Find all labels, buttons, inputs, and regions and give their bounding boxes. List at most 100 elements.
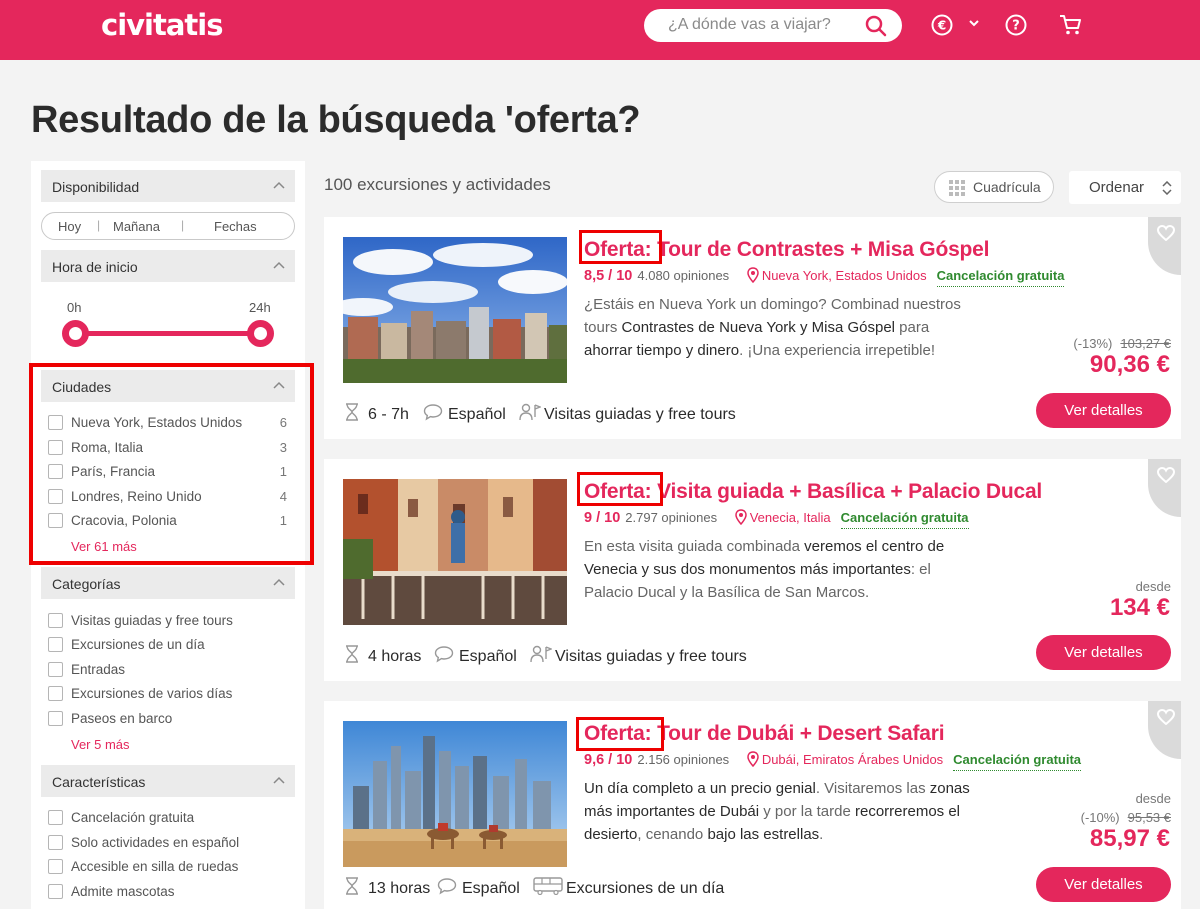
speech-bubble-icon <box>423 404 443 421</box>
reviews-count[interactable]: 2.156 opiniones <box>637 752 729 767</box>
checkbox[interactable] <box>48 884 63 899</box>
euro-icon[interactable]: € <box>931 14 953 36</box>
view-details-button[interactable]: Ver detalles <box>1036 867 1171 902</box>
activity-card[interactable]: Oferta: Tour de Contrastes + Misa Góspel… <box>324 217 1181 439</box>
activity-image[interactable] <box>343 237 567 383</box>
feature-label: Cancelación gratuita <box>71 810 195 825</box>
category-filter[interactable]: Visitas guiadas y free tours <box>48 611 293 631</box>
category-label: Excursiones de un día <box>71 637 205 652</box>
help-icon[interactable]: ? <box>1005 14 1027 36</box>
free-cancellation-badge: Cancelación gratuita <box>936 268 1065 287</box>
slider-min-label: 0h <box>67 300 82 315</box>
favorite-corner[interactable] <box>1148 459 1181 517</box>
search-icon[interactable] <box>864 14 888 38</box>
location[interactable]: Venecia, Italia <box>750 510 831 525</box>
heart-icon[interactable] <box>1157 467 1175 483</box>
activity-image[interactable] <box>343 479 567 625</box>
search-input[interactable] <box>668 16 858 34</box>
checkbox[interactable] <box>48 686 63 701</box>
category-label: Paseos en barco <box>71 711 173 726</box>
activity-title-text: Visita guiada + Basílica + Palacio Ducal <box>651 480 1043 503</box>
location[interactable]: Dubái, Emiratos Árabes Unidos <box>762 752 943 767</box>
favorite-corner[interactable] <box>1148 217 1181 275</box>
duration-text: 4 horas <box>368 648 422 665</box>
favorite-corner[interactable] <box>1148 701 1181 759</box>
filter-title: Características <box>52 774 146 790</box>
cities-highlight-box <box>29 363 314 565</box>
rating-line: 9 / 10 2.797 opiniones Venecia, Italia Can… <box>584 509 969 529</box>
category-text: Visitas guiadas y free tours <box>544 406 736 423</box>
checkbox[interactable] <box>48 810 63 825</box>
activity-card[interactable]: Oferta: Tour de Dubái + Desert Safari 9,… <box>324 701 1181 909</box>
guide-icon <box>519 403 541 421</box>
slider-min-handle[interactable] <box>62 320 89 347</box>
category-filter[interactable]: Excursiones de un día <box>48 635 293 655</box>
checkbox[interactable] <box>48 835 63 850</box>
price-discount: (-10%) 95,53 € <box>1081 810 1171 825</box>
slider-max-handle[interactable] <box>247 320 274 347</box>
sort-label: Ordenar <box>1089 179 1145 196</box>
activity-card[interactable]: Oferta: Visita guiada + Basílica + Palac… <box>324 459 1181 681</box>
filter-head-start-time[interactable]: Hora de inicio <box>41 250 295 282</box>
category-filter[interactable]: Excursiones de varios días <box>48 684 293 704</box>
price-from-label: desde <box>1135 579 1171 594</box>
rating-score: 9 / 10 <box>584 510 621 526</box>
old-price: 95,53 € <box>1127 810 1171 825</box>
activity-description: En esta visita guiada combinada veremos … <box>584 538 945 601</box>
filter-head-categories[interactable]: Categorías <box>41 567 295 599</box>
cart-icon[interactable] <box>1059 14 1083 36</box>
chevron-down-icon[interactable] <box>968 16 980 30</box>
checkbox[interactable] <box>48 613 63 628</box>
category-filter[interactable]: Paseos en barco <box>48 709 293 729</box>
checkbox[interactable] <box>48 711 63 726</box>
heart-icon[interactable] <box>1157 225 1175 241</box>
hourglass-icon <box>346 877 358 895</box>
grid-icon <box>949 180 965 196</box>
checkbox[interactable] <box>48 859 63 874</box>
option-tomorrow[interactable]: Mañana <box>113 219 160 234</box>
option-dates[interactable]: Fechas <box>214 219 257 234</box>
option-today[interactable]: Hoy <box>58 219 81 234</box>
activity-title-text: Tour de Dubái + Desert Safari <box>651 722 945 745</box>
feature-filter[interactable]: Admite mascotas <box>48 882 293 902</box>
feature-filter[interactable]: Solo actividades en español <box>48 833 293 853</box>
rating-score: 9,6 / 10 <box>584 752 633 768</box>
location[interactable]: Nueva York, Estados Unidos <box>762 268 927 283</box>
guide-icon <box>530 645 552 663</box>
reviews-count[interactable]: 4.080 opiniones <box>637 268 729 283</box>
activity-image[interactable] <box>343 721 567 867</box>
category-label: Entradas <box>71 662 126 677</box>
checkbox[interactable] <box>48 662 63 677</box>
feature-filter[interactable]: Accesible en silla de ruedas <box>48 857 293 877</box>
speech-bubble-icon <box>434 646 454 663</box>
grid-view-label: Cuadrícula <box>973 179 1041 195</box>
reviews-count[interactable]: 2.797 opiniones <box>625 510 717 525</box>
separator: | <box>97 218 101 232</box>
feature-filter[interactable]: Cancelación gratuita <box>48 808 293 828</box>
category-label: Excursiones de varios días <box>71 686 233 701</box>
categories-more-link[interactable]: Ver 5 más <box>71 737 130 752</box>
grid-view-button[interactable]: Cuadrícula <box>934 171 1054 203</box>
price-from-label: desde <box>1135 791 1171 806</box>
sort-dropdown[interactable]: Ordenar <box>1069 171 1181 204</box>
activity-title-text: Tour de Contrastes + Misa Góspel <box>651 238 990 261</box>
location-pin-icon <box>747 751 759 767</box>
price-discount: (-13%) 103,27 € <box>1073 336 1171 351</box>
search-box <box>644 9 902 42</box>
time-slider-track[interactable] <box>76 331 261 336</box>
duration-text: 13 horas <box>368 880 431 897</box>
heart-icon[interactable] <box>1157 709 1175 725</box>
logo[interactable]: civitatis <box>101 8 223 42</box>
filter-head-features[interactable]: Características <box>41 765 295 797</box>
offer-highlight-box <box>577 472 663 506</box>
page-title: Resultado de la búsqueda 'oferta? <box>31 99 641 141</box>
view-details-button[interactable]: Ver detalles <box>1036 635 1171 670</box>
view-details-button[interactable]: Ver detalles <box>1036 393 1171 428</box>
availability-picker: Hoy | Mañana | Fechas <box>41 212 295 240</box>
filter-head-availability[interactable]: Disponibilidad <box>41 170 295 202</box>
feature-label: Solo actividades en español <box>71 835 240 850</box>
rating-line: 8,5 / 10 4.080 opiniones Nueva York, Esta… <box>584 267 1065 287</box>
category-filter[interactable]: Entradas <box>48 660 293 680</box>
speech-bubble-icon <box>437 878 457 895</box>
checkbox[interactable] <box>48 637 63 652</box>
